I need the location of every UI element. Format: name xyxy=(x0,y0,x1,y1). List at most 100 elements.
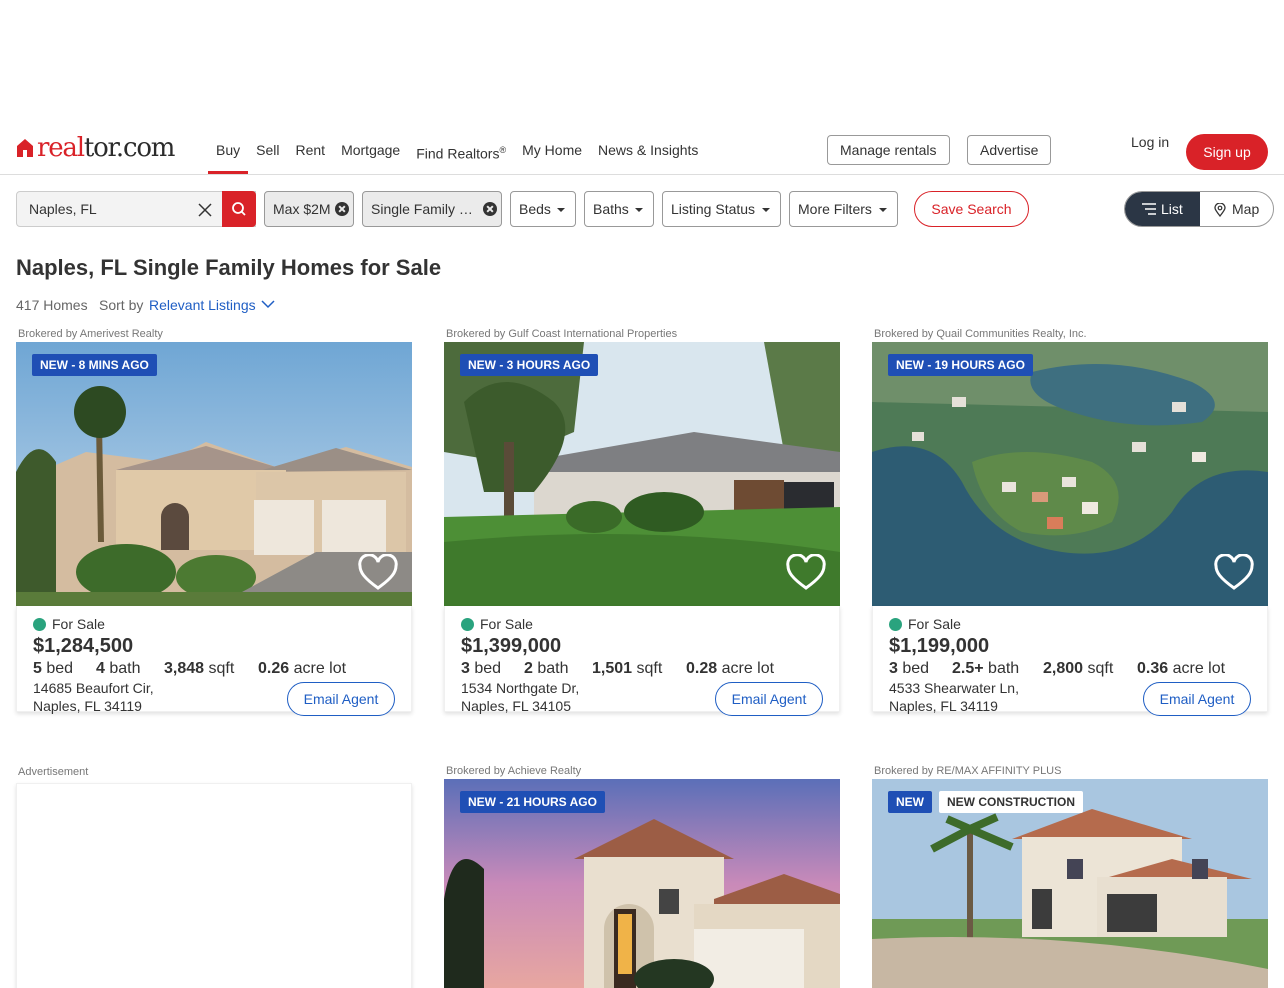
list-view-label: List xyxy=(1161,201,1183,217)
listing-badge: NEW - 3 HOURS AGO xyxy=(460,354,599,376)
heart-icon[interactable] xyxy=(786,554,826,592)
aerial-photo-image xyxy=(872,342,1268,606)
nav-my-home[interactable]: My Home xyxy=(514,142,590,174)
broker-label: Brokered by Gulf Coast International Pro… xyxy=(446,328,678,340)
signup-button[interactable]: Sign up xyxy=(1186,134,1268,170)
nav-buy[interactable]: Buy xyxy=(208,142,249,174)
list-view-button[interactable]: List xyxy=(1125,192,1200,226)
advertise-button[interactable]: Advertise xyxy=(967,135,1052,165)
remove-home-type-filter-icon[interactable] xyxy=(483,202,497,216)
logo-wordmark: realtor.com xyxy=(37,133,175,163)
baths-meta: 4 bath xyxy=(96,660,141,677)
nav-news-insights[interactable]: News & Insights xyxy=(590,142,706,174)
map-pin-icon xyxy=(1214,203,1226,217)
listing-badge: NEW - 19 HOURS AGO xyxy=(888,354,1033,376)
results-count: 417 Homes xyxy=(16,297,88,313)
search-button[interactable] xyxy=(222,191,256,227)
broker-label: Brokered by RE/MAX AFFINITY PLUS xyxy=(874,765,1062,777)
login-link[interactable]: Log in xyxy=(1131,117,1171,175)
email-agent-button[interactable]: Email Agent xyxy=(1143,682,1251,716)
lot-meta: 0.26 acre lot xyxy=(258,660,347,677)
listing-status-dropdown-label: Listing Status xyxy=(671,201,756,217)
listing-photo[interactable]: NEW - 8 MINS AGO xyxy=(16,342,412,606)
listing-badge: NEW xyxy=(888,791,932,813)
more-filters-dropdown[interactable]: More Filters xyxy=(789,191,898,227)
sort-label: Sort by xyxy=(99,297,144,313)
remove-price-filter-icon[interactable] xyxy=(335,202,349,216)
nav-mortgage[interactable]: Mortgage xyxy=(333,142,408,174)
search-box xyxy=(16,191,256,227)
more-filters-dropdown-label: More Filters xyxy=(798,201,872,217)
list-icon xyxy=(1142,203,1156,215)
map-view-button[interactable]: Map xyxy=(1200,192,1273,226)
caret-down-icon xyxy=(762,208,770,212)
price-filter-label: Max $2M xyxy=(273,201,331,217)
listing-address-line2[interactable]: Naples, FL 34119 xyxy=(33,698,142,714)
broker-label: Brokered by Quail Communities Realty, In… xyxy=(874,328,1087,340)
email-agent-button[interactable]: Email Agent xyxy=(715,682,823,716)
manage-rentals-button[interactable]: Manage rentals xyxy=(827,135,950,165)
email-agent-button[interactable]: Email Agent xyxy=(287,682,395,716)
search-input[interactable] xyxy=(29,192,189,226)
baths-dropdown[interactable]: Baths xyxy=(584,191,654,227)
listing-price: $1,199,000 xyxy=(889,635,990,657)
listing-details: For Sale $1,199,000 3 bed 2.5+ bath 2,80… xyxy=(872,606,1268,716)
listing-price: $1,399,000 xyxy=(461,635,562,657)
sqft-meta: 3,848 sqft xyxy=(164,660,235,677)
listing-address-line2[interactable]: Naples, FL 34105 xyxy=(461,698,571,714)
beds-dropdown[interactable]: Beds xyxy=(510,191,576,227)
listing-details: For Sale $1,399,000 3 bed 2 bath 1,501 s… xyxy=(444,606,840,716)
listing-photo[interactable]: NEW - 3 HOURS AGO xyxy=(444,342,840,606)
listing-address-line1[interactable]: 14685 Beaufort Cir, xyxy=(33,680,154,696)
realtor-logo[interactable]: realtor.com xyxy=(16,133,175,163)
listing-photo[interactable]: NEW - 19 HOURS AGO xyxy=(872,342,1268,606)
advertisement-label: Advertisement xyxy=(18,766,89,778)
heart-icon[interactable] xyxy=(1214,554,1254,592)
chevron-down-icon[interactable] xyxy=(261,299,275,309)
house-photo-image xyxy=(16,342,412,606)
for-sale-status-dot xyxy=(461,618,474,631)
heart-icon[interactable] xyxy=(358,554,398,592)
listing-status-dropdown[interactable]: Listing Status xyxy=(662,191,781,227)
beds-meta: 3 bed xyxy=(889,660,930,677)
caret-down-icon xyxy=(879,208,887,212)
home-type-filter-chip[interactable]: Single Family … xyxy=(362,191,502,227)
listing-card[interactable]: Brokered by RE/MAX AFFINITY PLUS NEW NEW… xyxy=(872,765,1268,988)
for-sale-status-dot xyxy=(33,618,46,631)
listing-details: For Sale $1,284,500 5 bed 4 bath 3,848 s… xyxy=(16,606,412,716)
listing-address-line2[interactable]: Naples, FL 34119 xyxy=(889,698,998,714)
listing-card[interactable]: Brokered by Quail Communities Realty, In… xyxy=(872,328,1268,730)
sort-dropdown[interactable]: Relevant Listings xyxy=(149,297,256,313)
listing-card[interactable]: Brokered by Achieve Realty NEW - 21 HOUR… xyxy=(444,765,840,988)
listing-card[interactable]: Brokered by Amerivest Realty NEW - 8 MIN… xyxy=(16,328,412,730)
nav-find-realtors[interactable]: Find Realtors® xyxy=(408,142,514,174)
page-title: Naples, FL Single Family Homes for Sale xyxy=(16,255,442,280)
save-search-button[interactable]: Save Search xyxy=(914,191,1029,227)
listing-price: $1,284,500 xyxy=(33,635,134,657)
listing-badge: NEW - 8 MINS AGO xyxy=(32,354,157,376)
view-toggle: List Map xyxy=(1124,191,1274,227)
baths-meta: 2.5+ bath xyxy=(952,660,1020,677)
map-view-label: Map xyxy=(1232,201,1260,217)
listing-status: For Sale xyxy=(908,616,961,632)
baths-dropdown-label: Baths xyxy=(593,201,629,217)
listing-address-line1[interactable]: 1534 Northgate Dr, xyxy=(461,680,579,696)
listing-badge: NEW - 21 HOURS AGO xyxy=(460,791,605,813)
lot-meta: 0.28 acre lot xyxy=(686,660,775,677)
clear-icon[interactable] xyxy=(197,202,213,218)
house-photo-image xyxy=(444,342,840,606)
listing-card[interactable]: Brokered by Gulf Coast International Pro… xyxy=(444,328,840,730)
beds-meta: 5 bed xyxy=(33,660,74,677)
price-filter-chip[interactable]: Max $2M xyxy=(264,191,354,227)
broker-label: Brokered by Achieve Realty xyxy=(446,765,582,777)
listing-photo[interactable]: NEW NEW CONSTRUCTION xyxy=(872,779,1268,988)
house-logo-icon xyxy=(17,139,33,157)
listing-address-line1[interactable]: 4533 Shearwater Ln, xyxy=(889,680,1019,696)
nav-rent[interactable]: Rent xyxy=(287,142,333,174)
baths-meta: 2 bath xyxy=(524,660,569,677)
nav-sell[interactable]: Sell xyxy=(248,142,287,174)
listing-photo[interactable]: NEW - 21 HOURS AGO xyxy=(444,779,840,988)
new-construction-badge: NEW CONSTRUCTION xyxy=(939,791,1083,813)
advertisement-slot xyxy=(16,783,412,988)
sqft-meta: 2,800 sqft xyxy=(1043,660,1114,677)
